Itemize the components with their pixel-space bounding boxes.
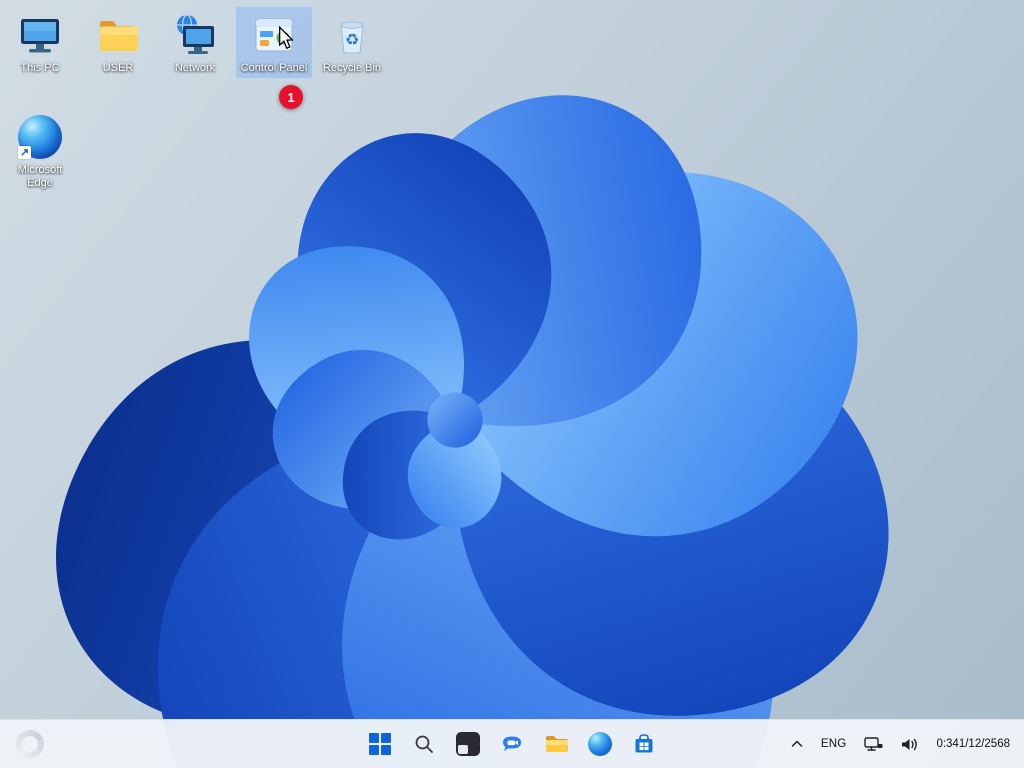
clock[interactable]: 0:34 1/12/2568 bbox=[934, 724, 1012, 764]
network-icon bbox=[171, 11, 219, 59]
store-button[interactable] bbox=[624, 724, 664, 764]
watermark-logo bbox=[16, 730, 44, 758]
recycle-bin-icon: ♻ bbox=[328, 11, 376, 59]
speaker-icon bbox=[902, 738, 918, 750]
search-button[interactable] bbox=[404, 724, 444, 764]
desktop-icon-label: Control Panel bbox=[240, 62, 308, 74]
file-explorer-button[interactable] bbox=[536, 724, 576, 764]
network-icon bbox=[864, 737, 883, 751]
desktop-icon-control-panel[interactable]: Control Panel bbox=[235, 6, 313, 79]
desktop-background: This PC USER Network Control Panel ♻ Rec… bbox=[0, 0, 1024, 768]
file-explorer-icon bbox=[546, 736, 568, 752]
pinned-app-button[interactable] bbox=[448, 724, 488, 764]
tray-date: 1/12/2568 bbox=[958, 737, 1010, 750]
desktop-icon-recycle-bin[interactable]: ♻ Recycle Bin bbox=[313, 6, 391, 79]
wallpaper-bloom-image bbox=[56, 95, 889, 768]
taskbar: ENG 0:34 1/12/2568 bbox=[0, 719, 1024, 768]
edge-button[interactable] bbox=[580, 724, 620, 764]
desktop-icon-label: This PC bbox=[20, 62, 60, 74]
desktop-icon-user-folder[interactable]: USER bbox=[79, 6, 157, 79]
mouse-cursor bbox=[279, 26, 294, 50]
start-button[interactable] bbox=[360, 724, 400, 764]
desktop-icon-label: Recycle Bin bbox=[322, 62, 382, 74]
folder-icon bbox=[94, 11, 142, 59]
microsoft-store-icon bbox=[635, 734, 653, 753]
desktop-icon-network[interactable]: Network bbox=[156, 6, 234, 79]
search-icon bbox=[415, 735, 433, 753]
edge-browser-icon bbox=[588, 732, 612, 756]
annotation-step-badge: 1 bbox=[279, 85, 303, 109]
pinned-app-dark-icon bbox=[456, 732, 480, 756]
desktop-icon-microsoft-edge[interactable]: Microsoft Edge bbox=[1, 108, 79, 194]
tray-chevron-button[interactable] bbox=[788, 724, 806, 764]
shortcut-arrow-icon bbox=[18, 146, 31, 159]
desktop-icon-this-pc[interactable]: This PC bbox=[1, 6, 79, 79]
tray-time: 0:34 bbox=[936, 737, 959, 750]
windows-logo-icon bbox=[369, 733, 391, 755]
language-indicator[interactable]: ENG bbox=[819, 724, 849, 764]
system-tray: ENG 0:34 1/12/2568 bbox=[788, 720, 1024, 768]
desktop-icon-label: Microsoft Edge bbox=[17, 164, 63, 189]
desktop-icon-label: USER bbox=[102, 62, 134, 74]
chat-button[interactable] bbox=[492, 724, 532, 764]
svg-text:♻: ♻ bbox=[345, 30, 359, 49]
this-pc-icon bbox=[16, 11, 64, 59]
chevron-up-icon bbox=[791, 740, 803, 747]
chat-bubble-icon bbox=[503, 736, 521, 751]
network-tray-button[interactable] bbox=[861, 724, 885, 764]
desktop-icon-label: Network bbox=[174, 62, 216, 74]
edge-icon bbox=[16, 113, 64, 161]
volume-tray-button[interactable] bbox=[898, 724, 921, 764]
